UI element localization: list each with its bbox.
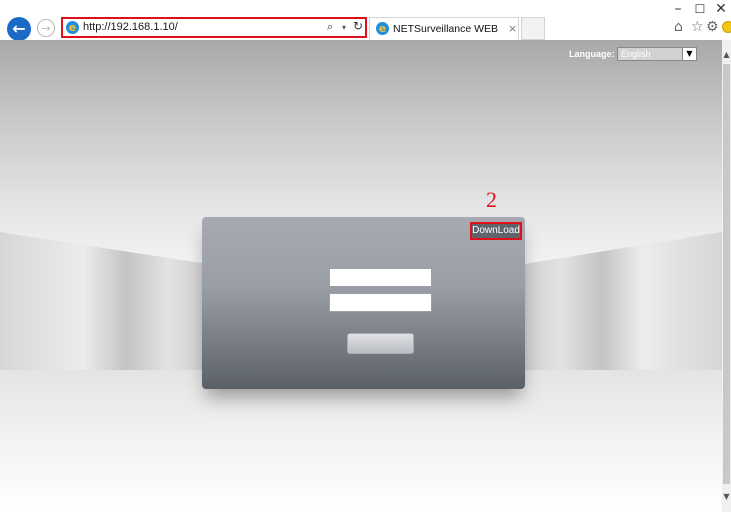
vertical-scrollbar[interactable]: ▲ ▼ [722,40,731,512]
gear-icon[interactable]: ⚙ [706,19,719,35]
back-button[interactable]: ← [7,17,31,41]
address-dropdown-icon[interactable]: ▾ [342,20,346,36]
language-label: Language: [569,49,615,59]
address-bar[interactable]: e http://192.168.1.10/ ⌕ ▾ ↻ [61,17,367,38]
minimize-button[interactable]: – [667,0,689,18]
scroll-thumb[interactable] [723,64,730,484]
ie-logo-icon: e [376,22,389,35]
close-window-button[interactable]: ✕ [710,0,731,18]
background-floor [0,370,722,512]
scroll-up-icon[interactable]: ▲ [722,50,731,59]
forward-button[interactable]: → [37,19,55,37]
browser-chrome: – ☐ ✕ ← → e http://192.168.1.10/ ⌕ ▾ ↻ e… [0,0,731,41]
tab-close-icon[interactable]: × [508,22,517,35]
scroll-down-icon[interactable]: ▼ [722,492,731,501]
maximize-button[interactable]: ☐ [689,0,711,18]
page-content: Language: English ▼ 2 DownLoad [0,40,722,512]
smiley-icon[interactable] [722,21,731,33]
address-url[interactable]: http://192.168.1.10/ [83,21,178,33]
new-tab-button[interactable] [521,17,545,40]
tab-title: NETSurveillance WEB [393,23,499,35]
password-input[interactable] [329,293,432,312]
login-button[interactable] [347,333,414,354]
tab-netsurveillance[interactable]: e NETSurveillance WEB × [369,17,519,40]
star-icon[interactable]: ☆ [691,19,704,35]
home-icon[interactable]: ⌂ [674,19,683,35]
annotation-2: 2 [486,187,497,212]
refresh-icon[interactable]: ↻ [353,19,363,33]
search-icon[interactable]: ⌕ [327,20,333,34]
chevron-down-icon[interactable]: ▼ [682,48,696,60]
language-value: English [621,49,651,59]
ie-logo-icon: e [66,21,79,34]
language-select[interactable]: English ▼ [617,47,697,61]
download-button[interactable]: DownLoad [470,222,522,240]
username-input[interactable] [329,268,432,287]
